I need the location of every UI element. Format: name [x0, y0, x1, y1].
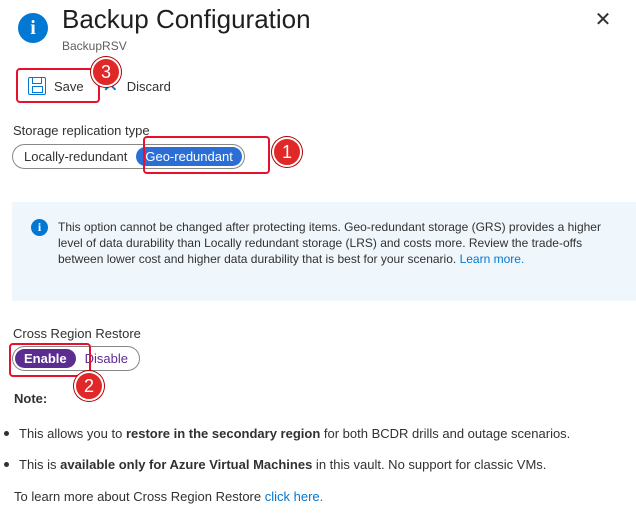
page-title: Backup Configuration — [62, 4, 311, 34]
callout-badge-3: 3 — [91, 57, 121, 87]
callout-badge-1: 1 — [272, 137, 302, 167]
bullet-1-before: This allows you to — [19, 426, 126, 441]
close-icon[interactable]: ✕ — [593, 8, 613, 32]
learn-more-text: To learn more about Cross Region Restore — [14, 489, 265, 504]
bullet-2-bold: available only for Azure Virtual Machine… — [60, 457, 313, 472]
replication-label: Storage replication type — [13, 123, 150, 138]
learn-more-link[interactable]: Learn more. — [460, 252, 525, 266]
info-icon: i — [31, 219, 48, 236]
learn-more-line: To learn more about Cross Region Restore… — [14, 489, 323, 504]
callout-box-save — [16, 68, 100, 103]
cross-region-label: Cross Region Restore — [13, 326, 141, 341]
callout-badge-2: 2 — [74, 371, 104, 401]
bullet-dot — [4, 462, 9, 468]
discard-label: Discard — [126, 78, 171, 94]
callout-box-geo — [143, 136, 270, 174]
callout-box-enable — [9, 343, 91, 377]
bullet-2-before: This is — [19, 457, 61, 472]
click-here-link[interactable]: click here. — [265, 489, 324, 504]
bullet-1-bold: restore in the secondary region — [125, 426, 321, 441]
bullet-dot — [4, 431, 9, 437]
page-subtitle: BackupRSV — [62, 39, 127, 53]
note-bullet-2: This is available only for Azure Virtual… — [4, 457, 546, 472]
bullet-1-after: for both BCDR drills and outage scenario… — [320, 426, 571, 441]
info-text: This option cannot be changed after prot… — [58, 219, 618, 267]
info-header-icon: i — [18, 13, 48, 43]
note-bullet-1: This allows you to restore in the second… — [4, 426, 570, 441]
locally-redundant-option[interactable]: Locally-redundant — [15, 147, 136, 166]
info-banner: i This option cannot be changed after pr… — [12, 202, 636, 301]
note-title: Note: — [14, 391, 48, 406]
bullet-2-after: in this vault. No support for classic VM… — [312, 457, 547, 472]
